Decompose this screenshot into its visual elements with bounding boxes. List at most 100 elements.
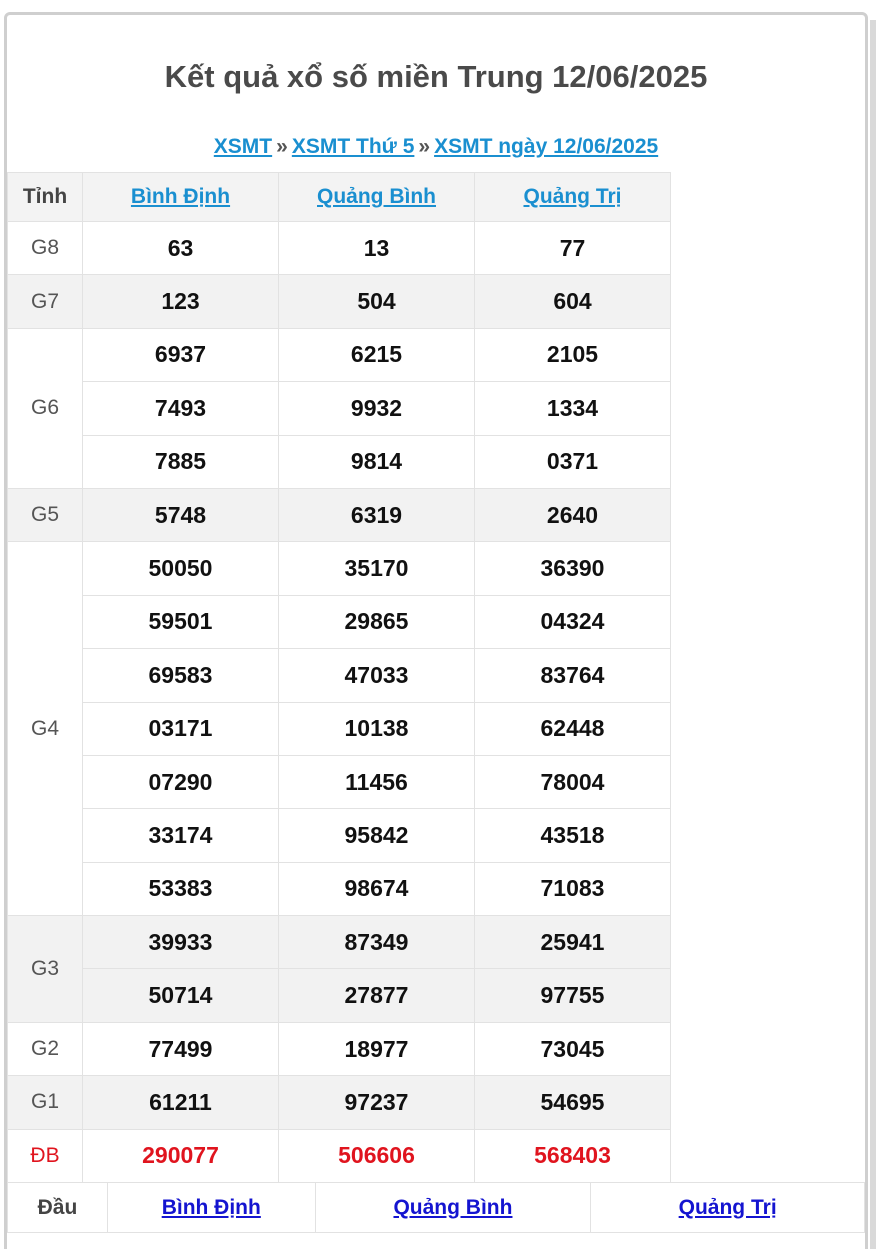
result-number: 6937 [82, 327, 279, 383]
result-number: 98674 [278, 861, 475, 917]
result-number: 43518 [474, 808, 671, 863]
breadcrumb-xsmt-date-link[interactable]: XSMT ngày 12/06/2025 [434, 135, 658, 158]
result-number: 36390 [474, 541, 671, 596]
dau-link-binh-dinh[interactable]: Bình Định [162, 1196, 261, 1219]
scrollbar-track[interactable] [870, 20, 876, 1249]
result-number: 03171 [82, 701, 279, 756]
result-number: 604 [474, 274, 671, 329]
result-number: 2640 [474, 487, 671, 543]
result-number: 97237 [278, 1075, 475, 1130]
result-number: 69583 [82, 648, 279, 703]
result-number: 59501 [82, 594, 279, 650]
province-header-quang-tri: Quảng Trị [474, 172, 671, 222]
result-number: 25941 [474, 915, 671, 970]
result-number: 71083 [474, 861, 671, 917]
dau-link-quang-binh[interactable]: Quảng Bình [393, 1196, 512, 1219]
result-row-g4: 59501 29865 04324 [8, 594, 671, 650]
results-card: Kết quả xổ số miền Trung 12/06/2025 XSMT… [4, 12, 868, 1249]
result-number: 39933 [82, 915, 279, 970]
result-number: 6215 [278, 327, 475, 383]
result-number: 33174 [82, 808, 279, 863]
result-number: 7885 [82, 434, 279, 489]
results-header-row: Tỉnh Bình Định Quảng Bình Quảng Trị [7, 172, 671, 222]
result-number: 97755 [474, 968, 671, 1023]
result-number: 50050 [82, 541, 279, 596]
result-number: 62448 [474, 701, 671, 756]
result-number: 18977 [278, 1021, 475, 1077]
result-number: 73045 [474, 1021, 671, 1077]
result-row-g4: 07290 11456 78004 [8, 754, 671, 810]
result-row-g7: G7 123 504 604 [7, 274, 671, 329]
result-row-g6: 7885 9814 0371 [8, 434, 671, 489]
result-number: 10138 [278, 701, 475, 756]
result-number: 95842 [278, 808, 475, 863]
breadcrumb-separator: » [418, 135, 431, 158]
result-row-g4: 03171 10138 62448 [8, 701, 671, 756]
result-number: 47033 [278, 648, 475, 703]
breadcrumb: XSMT» XSMT Thứ 5» XSMT ngày 12/06/2025 [7, 135, 865, 159]
result-number: 290077 [82, 1128, 279, 1184]
result-number: 1334 [474, 381, 671, 436]
result-number: 35170 [278, 541, 475, 596]
province-link-quang-tri[interactable]: Quảng Trị [523, 185, 621, 208]
result-number: 5748 [82, 487, 279, 543]
prize-label-g6: G6 [7, 327, 83, 489]
result-row-g2: G2 77499 18977 73045 [7, 1021, 671, 1077]
dau-header-label: Đầu [7, 1182, 108, 1233]
result-number: 13 [278, 220, 475, 276]
prize-label-g2: G2 [7, 1021, 83, 1077]
result-row-g4: 33174 95842 43518 [8, 808, 671, 863]
page-title: Kết quả xổ số miền Trung 12/06/2025 [164, 59, 708, 94]
dau-table: Đầu Bình Định Quảng Bình Quảng Trị [7, 1182, 865, 1233]
result-row-db: ĐB 290077 506606 568403 [7, 1128, 671, 1184]
result-number: 7493 [82, 381, 279, 436]
result-number: 50714 [82, 968, 279, 1023]
province-link-quang-binh[interactable]: Quảng Bình [317, 185, 436, 208]
breadcrumb-separator: » [276, 135, 288, 158]
result-row-g6: 7493 9932 1334 [8, 381, 671, 436]
result-row-g6: G6 6937 6215 2105 [7, 327, 671, 489]
result-number: 78004 [474, 754, 671, 810]
dau-header-row: Đầu Bình Định Quảng Bình Quảng Trị [7, 1182, 865, 1233]
dau-header-quang-binh: Quảng Bình [314, 1182, 592, 1233]
result-row-g3: 50714 27877 97755 [8, 968, 671, 1023]
result-row-g4: 53383 98674 71083 [8, 861, 671, 917]
dau-header-quang-tri: Quảng Trị [590, 1182, 865, 1233]
province-header-quang-binh: Quảng Bình [278, 172, 475, 222]
prize-label-g1: G1 [7, 1075, 83, 1130]
prize-label-g4: G4 [7, 541, 83, 917]
province-header-binh-dinh: Bình Định [82, 172, 279, 222]
result-row-g3: G3 39933 87349 25941 [7, 915, 671, 1023]
dau-link-quang-tri[interactable]: Quảng Trị [679, 1196, 777, 1219]
prize-label-db: ĐB [7, 1128, 83, 1184]
result-number: 77499 [82, 1021, 279, 1077]
result-number: 53383 [82, 861, 279, 917]
result-row-g4: 69583 47033 83764 [8, 648, 671, 703]
province-header-label: Tỉnh [7, 172, 83, 222]
province-link-binh-dinh[interactable]: Bình Định [131, 185, 230, 208]
result-row-g4: G4 50050 35170 36390 [7, 541, 671, 917]
result-number: 77 [474, 220, 671, 276]
result-number: 2105 [474, 327, 671, 383]
breadcrumb-xsmt-thu5-link[interactable]: XSMT Thứ 5 [292, 135, 415, 158]
prize-label-g8: G8 [7, 220, 83, 276]
results-table: Tỉnh Bình Định Quảng Bình Quảng Trị G8 63… [7, 172, 671, 1184]
result-row-g5: G5 5748 6319 2640 [7, 487, 671, 543]
dau-header-binh-dinh: Bình Định [106, 1182, 316, 1233]
result-number: 123 [82, 274, 279, 329]
result-number: 568403 [474, 1128, 671, 1184]
result-number: 87349 [278, 915, 475, 970]
breadcrumb-xsmt-link[interactable]: XSMT [214, 135, 272, 158]
result-number: 54695 [474, 1075, 671, 1130]
result-number: 6319 [278, 487, 475, 543]
result-row-g1: G1 61211 97237 54695 [7, 1075, 671, 1130]
result-number: 9814 [278, 434, 475, 489]
result-number: 29865 [278, 594, 475, 650]
prize-label-g5: G5 [7, 487, 83, 543]
result-number: 07290 [82, 754, 279, 810]
result-number: 0371 [474, 434, 671, 489]
result-number: 9932 [278, 381, 475, 436]
prize-label-g3: G3 [7, 915, 83, 1023]
result-number: 504 [278, 274, 475, 329]
result-number: 27877 [278, 968, 475, 1023]
